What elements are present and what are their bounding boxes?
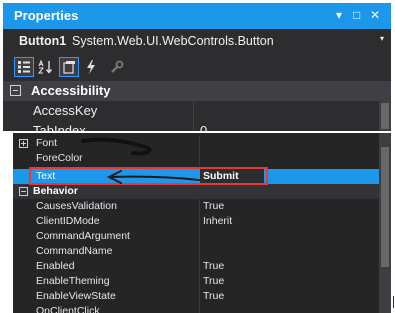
column-divider[interactable]	[199, 229, 200, 244]
properties-window: Properties ▾ □ ✕ Button1 System.Web.UI.W…	[0, 0, 395, 313]
events-lightning-icon[interactable]	[81, 57, 101, 77]
property-row[interactable]: TabIndex 0	[3, 121, 379, 131]
collapse-icon[interactable]	[10, 85, 21, 96]
categorized-icon[interactable]	[14, 57, 34, 77]
property-value[interactable]: True	[203, 200, 224, 212]
close-icon[interactable]: ✕	[370, 7, 380, 23]
column-divider[interactable]	[199, 274, 200, 289]
property-name: CommandName	[36, 245, 113, 257]
property-row[interactable]: EnableViewState True	[13, 289, 379, 304]
property-value[interactable]: True	[203, 290, 224, 302]
property-row[interactable]: CausesValidation True	[13, 199, 379, 214]
column-divider[interactable]	[193, 121, 194, 131]
property-row[interactable]: CommandName	[13, 244, 379, 259]
property-name: AccessKey	[33, 103, 98, 118]
property-row[interactable]: CommandArgument	[13, 229, 379, 244]
object-selector[interactable]: Button1 System.Web.UI.WebControls.Button…	[3, 31, 391, 53]
property-name: OnClientClick	[36, 305, 100, 313]
arrow-icon	[106, 170, 200, 184]
property-name: EnableTheming	[36, 275, 110, 287]
property-name: TabIndex	[33, 123, 86, 131]
annotation-overlay	[81, 137, 200, 184]
property-row[interactable]: EnableTheming True	[13, 274, 379, 289]
property-name: CommandArgument	[36, 230, 130, 242]
property-pages-wrench-icon[interactable]	[107, 57, 127, 77]
properties-lower-panel: Font ForeColor Text Submit Behavior Caus…	[13, 133, 391, 313]
property-value[interactable]: True	[203, 260, 224, 272]
panel-title: Properties	[14, 8, 79, 23]
title-bar[interactable]: Properties ▾ □ ✕	[3, 3, 391, 29]
column-divider[interactable]	[193, 101, 194, 121]
category-accessibility[interactable]: Accessibility	[3, 81, 391, 101]
property-value[interactable]: True	[203, 275, 224, 287]
column-divider[interactable]	[199, 244, 200, 259]
properties-toolbar	[3, 55, 391, 79]
property-value[interactable]: Inherit	[203, 215, 232, 227]
scrollbar-thumb[interactable]	[381, 103, 389, 129]
maximize-icon[interactable]: □	[353, 7, 360, 23]
column-divider[interactable]	[199, 304, 200, 313]
lower-scrollbar[interactable]	[379, 133, 391, 313]
property-value[interactable]: 0	[200, 123, 207, 131]
column-divider[interactable]	[199, 259, 200, 274]
category-label: Accessibility	[31, 83, 111, 98]
object-name: Button1	[19, 34, 67, 48]
scrollbar-thumb[interactable]	[381, 147, 389, 267]
property-name: CausesValidation	[36, 200, 117, 212]
property-row[interactable]: Enabled True	[13, 259, 379, 274]
chevron-down-icon[interactable]: ▾	[380, 34, 384, 43]
property-name: EnableViewState	[36, 290, 116, 302]
property-name: ClientIDMode	[36, 215, 100, 227]
alphabetical-icon[interactable]	[36, 57, 56, 77]
column-divider[interactable]	[199, 214, 200, 229]
column-divider[interactable]	[199, 199, 200, 214]
text-cursor	[393, 296, 394, 308]
properties-icon[interactable]	[59, 57, 79, 77]
property-row[interactable]: ClientIDMode Inherit	[13, 214, 379, 229]
property-name: Enabled	[36, 260, 75, 272]
property-row[interactable]: OnClientClick	[13, 304, 379, 313]
properties-upper-panel: Properties ▾ □ ✕ Button1 System.Web.UI.W…	[3, 3, 391, 131]
scribble-mark	[81, 137, 152, 156]
column-divider[interactable]	[199, 289, 200, 304]
upper-scrollbar[interactable]	[379, 101, 391, 131]
object-type: System.Web.UI.WebControls.Button	[72, 34, 274, 48]
property-row[interactable]: AccessKey	[3, 101, 379, 121]
pin-dropdown-icon[interactable]: ▾	[336, 7, 342, 23]
